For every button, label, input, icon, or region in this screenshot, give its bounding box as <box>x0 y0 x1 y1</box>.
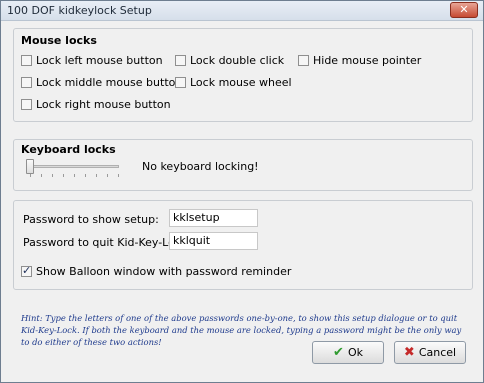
checkbox-box[interactable] <box>21 99 32 110</box>
checkbox-box[interactable] <box>21 264 32 277</box>
show-balloon-checkbox[interactable]: Show Balloon window with password remind… <box>21 264 292 278</box>
lock-mouse-wheel-checkbox[interactable]: Lock mouse wheel <box>175 76 292 89</box>
checkbox-box[interactable] <box>21 77 32 88</box>
checkbox-label: Lock middle mouse button <box>36 76 183 89</box>
checkbox-label: Lock left mouse button <box>36 54 163 67</box>
keyboard-lock-slider[interactable] <box>26 159 119 177</box>
checkbox-box[interactable] <box>175 77 186 88</box>
cancel-button-label: Cancel <box>418 346 457 359</box>
setup-password-label: Password to show setup: <box>23 213 159 226</box>
setup-window: 100 DOF kidkeylock Setup ✕ Mouse locks L… <box>0 0 484 383</box>
cancel-button[interactable]: ✖ Cancel <box>394 341 466 364</box>
slider-track <box>26 165 119 168</box>
close-button[interactable]: ✕ <box>450 2 478 18</box>
hide-mouse-pointer-checkbox[interactable]: Hide mouse pointer <box>298 54 421 67</box>
keyboard-locks-title: Keyboard locks <box>21 143 116 156</box>
checkbox-label: Lock mouse wheel <box>190 76 292 89</box>
checkbox-label: Hide mouse pointer <box>313 54 422 67</box>
setup-password-input[interactable]: kklsetup <box>169 209 258 227</box>
ok-button-label: Ok <box>347 346 363 359</box>
slider-thumb[interactable] <box>26 159 34 174</box>
cross-icon: ✖ <box>403 345 415 360</box>
quit-password-label: Password to quit Kid-Key-Lock: <box>23 236 191 249</box>
checkbox-box[interactable] <box>21 55 32 66</box>
mouse-locks-title: Mouse locks <box>21 34 97 47</box>
checkmark-icon: ✔ <box>333 345 344 360</box>
keyboard-lock-status: No keyboard locking! <box>142 160 259 173</box>
checkbox-box[interactable] <box>298 55 309 66</box>
close-icon: ✕ <box>459 3 469 16</box>
checkbox-box[interactable] <box>175 55 186 66</box>
lock-double-click-checkbox[interactable]: Lock double click <box>175 54 284 67</box>
ok-button[interactable]: ✔ Ok <box>312 341 384 364</box>
window-title: 100 DOF kidkeylock Setup <box>7 4 152 17</box>
checkbox-label: Lock double click <box>190 54 285 67</box>
lock-right-mouse-checkbox[interactable]: Lock right mouse button <box>21 98 171 111</box>
lock-left-mouse-checkbox[interactable]: Lock left mouse button <box>21 54 163 67</box>
checkbox-label: Show Balloon window with password remind… <box>36 265 292 278</box>
title-bar[interactable]: 100 DOF kidkeylock Setup ✕ <box>1 1 483 21</box>
lock-middle-mouse-checkbox[interactable]: Lock middle mouse button <box>21 76 182 89</box>
slider-ticks <box>30 174 119 177</box>
checkbox-label: Lock right mouse button <box>36 98 171 111</box>
quit-password-input[interactable]: kklquit <box>169 232 258 250</box>
